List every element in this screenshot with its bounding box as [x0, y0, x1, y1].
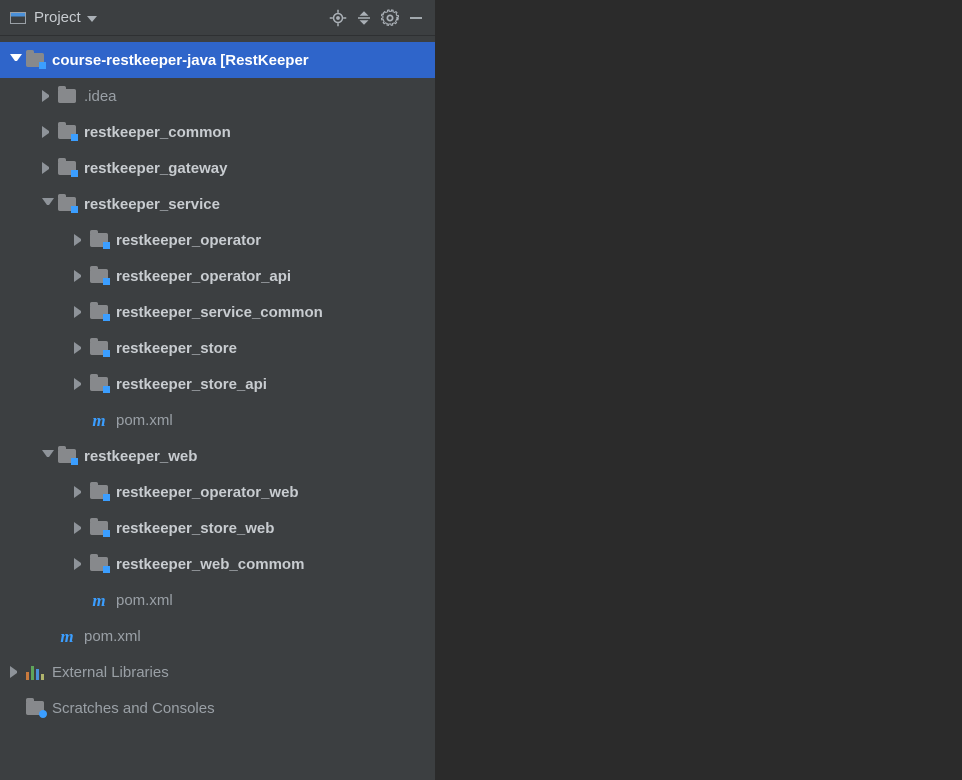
module-folder-icon	[58, 125, 76, 139]
expand-arrow-icon[interactable]	[74, 486, 86, 498]
gear-icon	[381, 9, 399, 27]
tree-node-store-web[interactable]: restkeeper_store_web	[0, 510, 435, 546]
expand-arrow-icon[interactable]	[10, 666, 22, 678]
tree-node-web-pom[interactable]: m pom.xml	[0, 582, 435, 618]
node-label: course-restkeeper-java	[52, 52, 216, 69]
tree-node-store[interactable]: restkeeper_store	[0, 330, 435, 366]
expand-arrow-icon[interactable]	[42, 90, 54, 102]
editor-area	[436, 0, 962, 780]
expand-icon	[355, 9, 373, 27]
folder-icon	[58, 89, 76, 103]
tree-node-operator[interactable]: restkeeper_operator	[0, 222, 435, 258]
node-label: .idea	[84, 88, 117, 105]
module-folder-icon	[90, 485, 108, 499]
node-label: pom.xml	[116, 592, 173, 609]
tree-node-web-common[interactable]: restkeeper_web_commom	[0, 546, 435, 582]
module-folder-icon	[90, 521, 108, 535]
tree-node-idea[interactable]: .idea	[0, 78, 435, 114]
tree-node-operator-web[interactable]: restkeeper_operator_web	[0, 474, 435, 510]
hide-button[interactable]	[403, 5, 429, 31]
target-icon	[329, 9, 347, 27]
project-tree[interactable]: course-restkeeper-java [RestKeeper .idea…	[0, 36, 435, 780]
tree-node-root[interactable]: course-restkeeper-java [RestKeeper	[0, 42, 435, 78]
scratches-icon	[26, 701, 44, 715]
expand-arrow-icon[interactable]	[74, 270, 86, 282]
node-label: pom.xml	[116, 412, 173, 429]
expand-all-button[interactable]	[351, 5, 377, 31]
chevron-down-icon[interactable]	[87, 16, 97, 22]
expand-arrow-icon[interactable]	[74, 234, 86, 246]
module-folder-icon	[58, 449, 76, 463]
expand-arrow-icon[interactable]	[42, 198, 54, 210]
module-folder-icon	[90, 233, 108, 247]
maven-icon: m	[90, 592, 108, 608]
module-folder-icon	[90, 377, 108, 391]
tree-node-common[interactable]: restkeeper_common	[0, 114, 435, 150]
maven-icon: m	[90, 412, 108, 428]
project-tool-window: Project	[0, 0, 436, 780]
node-label: restkeeper_store_web	[116, 520, 274, 537]
node-label: restkeeper_web	[84, 448, 197, 465]
expand-arrow-icon[interactable]	[74, 342, 86, 354]
node-label: restkeeper_gateway	[84, 160, 227, 177]
tree-node-root-pom[interactable]: m pom.xml	[0, 618, 435, 654]
node-label: restkeeper_common	[84, 124, 231, 141]
libraries-icon	[26, 665, 44, 680]
module-folder-icon	[90, 305, 108, 319]
node-label: restkeeper_store	[116, 340, 237, 357]
expand-arrow-icon[interactable]	[10, 54, 22, 66]
tree-node-service-pom[interactable]: m pom.xml	[0, 402, 435, 438]
tree-node-gateway[interactable]: restkeeper_gateway	[0, 150, 435, 186]
node-label: Scratches and Consoles	[52, 700, 215, 717]
node-label: restkeeper_operator_web	[116, 484, 299, 501]
module-folder-icon	[26, 53, 44, 67]
node-label: restkeeper_operator	[116, 232, 261, 249]
panel-header: Project	[0, 0, 435, 36]
module-folder-icon	[90, 341, 108, 355]
node-suffix: [RestKeeper	[220, 52, 308, 69]
module-folder-icon	[58, 197, 76, 211]
maven-icon: m	[58, 628, 76, 644]
expand-arrow-icon[interactable]	[42, 162, 54, 174]
node-label: External Libraries	[52, 664, 169, 681]
expand-arrow-icon[interactable]	[42, 450, 54, 462]
tree-node-web[interactable]: restkeeper_web	[0, 438, 435, 474]
settings-button[interactable]	[377, 5, 403, 31]
module-folder-icon	[58, 161, 76, 175]
expand-arrow-icon[interactable]	[74, 558, 86, 570]
expand-arrow-icon[interactable]	[42, 126, 54, 138]
module-folder-icon	[90, 557, 108, 571]
expand-arrow-icon[interactable]	[74, 378, 86, 390]
tree-node-service[interactable]: restkeeper_service	[0, 186, 435, 222]
node-label: pom.xml	[84, 628, 141, 645]
expand-arrow-icon[interactable]	[74, 306, 86, 318]
module-folder-icon	[90, 269, 108, 283]
tree-node-store-api[interactable]: restkeeper_store_api	[0, 366, 435, 402]
expand-arrow-icon[interactable]	[74, 522, 86, 534]
tree-node-operator-api[interactable]: restkeeper_operator_api	[0, 258, 435, 294]
locate-button[interactable]	[325, 5, 351, 31]
minimize-icon	[407, 9, 425, 27]
node-label: restkeeper_service_common	[116, 304, 323, 321]
node-label: restkeeper_operator_api	[116, 268, 291, 285]
node-label: restkeeper_store_api	[116, 376, 267, 393]
window-icon	[10, 12, 26, 24]
tree-node-scratches[interactable]: Scratches and Consoles	[0, 690, 435, 726]
node-label: restkeeper_service	[84, 196, 220, 213]
node-label: restkeeper_web_commom	[116, 556, 304, 573]
tree-node-service-common[interactable]: restkeeper_service_common	[0, 294, 435, 330]
tree-node-external-libraries[interactable]: External Libraries	[0, 654, 435, 690]
panel-title[interactable]: Project	[34, 9, 81, 26]
